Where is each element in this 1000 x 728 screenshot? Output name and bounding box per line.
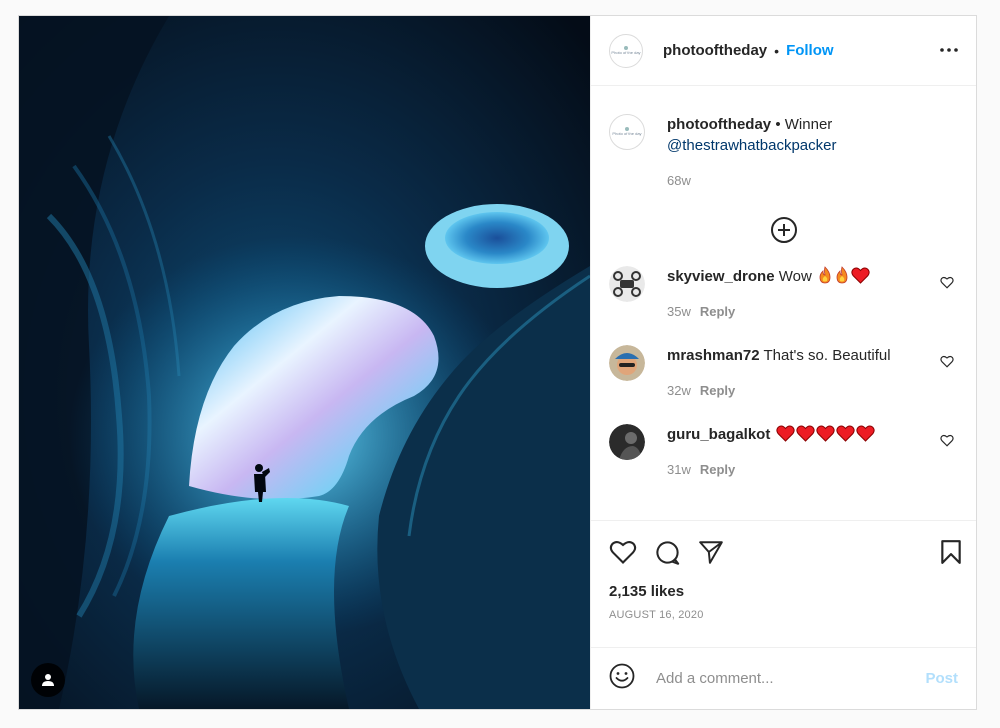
- load-more-comments-button[interactable]: [609, 216, 958, 244]
- comment-body: guru_bagalkot 31w Reply: [667, 424, 875, 480]
- comment-time[interactable]: 31w: [667, 462, 691, 477]
- comment-emojis: [775, 425, 875, 443]
- post-panel: Photo of the day photooftheday • Follow …: [590, 16, 976, 709]
- comment-text: Wow: [778, 268, 812, 285]
- comment-time[interactable]: 32w: [667, 383, 691, 398]
- account-avatar[interactable]: Photo of the day: [609, 33, 643, 68]
- heart-emoji-icon: [815, 425, 835, 442]
- comment-item: skyview_drone Wow 35w Reply: [609, 266, 958, 322]
- fire-emoji-icon: [819, 266, 831, 284]
- comment-username[interactable]: mrashman72: [667, 347, 760, 364]
- heart-emoji-icon: [795, 425, 815, 442]
- comment-item: guru_bagalkot 31w Reply: [609, 424, 958, 480]
- heart-outline-icon: [940, 276, 954, 289]
- caption-username[interactable]: photooftheday: [667, 116, 771, 133]
- instagram-post: Photo of the day photooftheday • Follow …: [18, 15, 977, 710]
- comment-body: skyview_drone Wow 35w Reply: [667, 266, 870, 322]
- reply-button[interactable]: Reply: [700, 383, 735, 398]
- avatar-text: Photo of the day: [611, 49, 641, 55]
- share-icon: [699, 541, 723, 564]
- comment-button[interactable]: [654, 539, 681, 566]
- comment-like-button[interactable]: [940, 276, 954, 294]
- share-button[interactable]: [698, 540, 724, 564]
- caption-separator: •: [775, 116, 781, 133]
- plus-circle-icon: [770, 217, 797, 243]
- post-actions-bar: [591, 521, 976, 583]
- comment-username[interactable]: skyview_drone: [667, 268, 775, 285]
- post-header: Photo of the day photooftheday • Follow: [591, 16, 976, 86]
- post-photo[interactable]: [19, 16, 590, 709]
- fire-emoji-icon: [836, 266, 848, 284]
- comment-like-button[interactable]: [940, 355, 954, 373]
- header-username[interactable]: photooftheday: [663, 42, 767, 59]
- caption-time[interactable]: 68w: [667, 170, 836, 191]
- user-icon: [42, 674, 54, 686]
- comment-username[interactable]: guru_bagalkot: [667, 426, 770, 443]
- like-button[interactable]: [609, 539, 637, 565]
- tagged-users-button[interactable]: [31, 663, 65, 697]
- post-comment-button[interactable]: Post: [925, 670, 958, 687]
- heart-outline-icon: [940, 355, 954, 368]
- reply-button[interactable]: Reply: [700, 304, 735, 319]
- likes-count[interactable]: 2,135 likes: [591, 583, 976, 609]
- comment-body: mrashman72 That's so. Beautiful 32w Reply: [667, 345, 891, 401]
- commenter-avatar[interactable]: [609, 266, 645, 302]
- comment-meta: 35w Reply: [667, 301, 870, 322]
- caption-avatar[interactable]: Photo of the day: [609, 114, 645, 150]
- heart-emoji-icon: [851, 267, 870, 284]
- comment-icon: [656, 540, 680, 565]
- save-button[interactable]: [940, 539, 962, 565]
- heart-emoji-icon: [775, 425, 795, 442]
- heart-emoji-icon: [835, 425, 855, 442]
- comment-emojis: [816, 266, 870, 285]
- bookmark-icon: [941, 540, 961, 564]
- caption-text: Winner: [784, 116, 833, 133]
- comments-section[interactable]: Photo of the day photooftheday • Winner …: [591, 86, 976, 521]
- comment-time[interactable]: 35w: [667, 304, 691, 319]
- commenter-avatar[interactable]: [609, 424, 645, 460]
- comment-item: mrashman72 That's so. Beautiful 32w Reply: [609, 345, 958, 401]
- comment-meta: 31w Reply: [667, 459, 875, 480]
- more-options-icon[interactable]: [940, 41, 958, 60]
- comment-input[interactable]: [654, 669, 926, 688]
- post-date[interactable]: AUGUST 16, 2020: [591, 609, 976, 647]
- heart-emoji-icon: [855, 425, 875, 442]
- heart-outline-icon: [609, 541, 637, 564]
- commenter-avatar[interactable]: [609, 345, 645, 381]
- avatar-text: Photo of the day: [612, 131, 642, 137]
- heart-outline-icon: [940, 434, 954, 447]
- comment-meta: 32w Reply: [667, 380, 891, 401]
- smiley-icon: [609, 663, 635, 689]
- post-caption: Photo of the day photooftheday • Winner …: [609, 86, 958, 191]
- caption-mention-link[interactable]: @thestrawhatbackpacker: [667, 137, 836, 154]
- comment-like-button[interactable]: [940, 434, 954, 452]
- comment-text: That's so. Beautiful: [763, 347, 891, 364]
- emoji-picker-button[interactable]: [609, 663, 635, 694]
- reply-button[interactable]: Reply: [700, 462, 735, 477]
- add-comment-bar: Post: [591, 647, 976, 709]
- caption-body: photooftheday • Winner @thestrawhatbackp…: [667, 114, 836, 191]
- follow-button[interactable]: Follow: [786, 42, 834, 59]
- ice-cave-image: [19, 16, 590, 709]
- header-separator: •: [774, 42, 780, 59]
